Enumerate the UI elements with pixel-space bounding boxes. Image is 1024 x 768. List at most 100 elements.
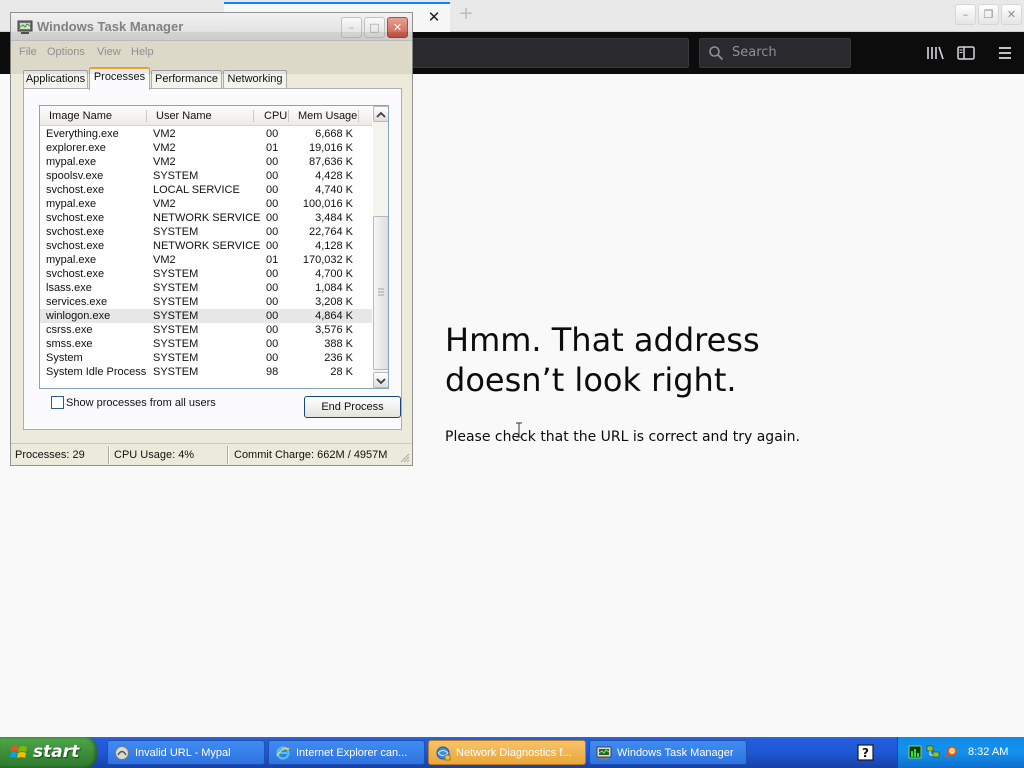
process-name: mypal.exe [46, 156, 97, 168]
table-row[interactable]: winlogon.exe SYSTEM 00 4,864 K [40, 309, 372, 323]
tab-applications[interactable]: Applications [23, 70, 88, 89]
table-row[interactable]: mypal.exe VM2 00 100,016 K [40, 197, 372, 211]
process-cpu: 00 [266, 324, 279, 336]
search-box[interactable]: Search [699, 38, 851, 68]
tab-close-icon[interactable]: ✕ [424, 7, 444, 27]
table-row[interactable]: mypal.exe VM2 01 170,032 K [40, 253, 372, 267]
process-name: System Idle Process [46, 366, 147, 378]
taskbar-item-label: Network Diagnostics f... [456, 747, 572, 759]
taskbar: start Invalid URL - Mypal Internet Explo… [0, 737, 1024, 768]
process-user: VM2 [153, 128, 176, 140]
sidebar-icon[interactable] [955, 42, 977, 64]
show-all-users-checkbox[interactable] [51, 396, 64, 409]
show-all-users-label[interactable]: Show processes from all users [66, 396, 216, 410]
browser-restore-button[interactable]: ❐ [978, 4, 999, 25]
taskbar-item-internet-explorer[interactable]: Internet Explorer can... [268, 740, 425, 765]
table-row[interactable]: csrss.exe SYSTEM 00 3,576 K [40, 323, 372, 337]
process-list-header: Image Name User Name CPU Mem Usage [40, 106, 372, 126]
table-row[interactable]: explorer.exe VM2 01 19,016 K [40, 141, 372, 155]
url-bar[interactable] [408, 38, 689, 68]
network-tray-icon[interactable] [926, 745, 940, 759]
table-row[interactable]: Everything.exe VM2 00 6,668 K [40, 127, 372, 141]
help-icon[interactable]: ? [857, 744, 874, 761]
task-manager-window: Windows Task Manager – □ ✕ File Options … [10, 12, 413, 466]
taskbar-item-mypal[interactable]: Invalid URL - Mypal [107, 740, 265, 765]
table-row[interactable]: svchost.exe SYSTEM 00 22,764 K [40, 225, 372, 239]
process-mem-usage: 4,864 K [315, 310, 353, 322]
process-cpu: 00 [266, 170, 279, 182]
process-user: SYSTEM [153, 352, 199, 364]
process-list[interactable]: Image Name User Name CPU Mem Usage Every… [39, 105, 389, 389]
tab-networking[interactable]: Networking [223, 70, 287, 89]
scroll-thumb[interactable] [373, 216, 388, 370]
table-row[interactable]: svchost.exe SYSTEM 00 4,700 K [40, 267, 372, 281]
start-button[interactable]: start [0, 737, 97, 768]
process-user: SYSTEM [153, 310, 199, 322]
menu-options[interactable]: Options [47, 45, 85, 59]
new-tab-icon[interactable]: + [456, 5, 476, 25]
scroll-down-button[interactable] [373, 372, 388, 388]
process-cpu: 00 [266, 226, 279, 238]
system-tray: 8:32 AM [897, 737, 1024, 768]
library-icon[interactable] [924, 42, 946, 64]
column-divider[interactable] [288, 110, 289, 122]
column-divider[interactable] [253, 110, 254, 122]
table-row[interactable]: svchost.exe LOCAL SERVICE 00 4,740 K [40, 183, 372, 197]
maximize-button[interactable]: □ [364, 17, 385, 38]
menu-icon[interactable] [994, 42, 1016, 64]
error-title-line-1: Hmm. That address [445, 321, 760, 359]
search-tray-icon[interactable] [944, 745, 958, 759]
table-row[interactable]: svchost.exe NETWORK SERVICE 00 4,128 K [40, 239, 372, 253]
process-cpu: 01 [266, 142, 279, 154]
process-list-scrollbar[interactable] [373, 106, 388, 388]
column-user-name[interactable]: User Name [156, 109, 212, 123]
process-cpu: 00 [266, 282, 279, 294]
table-row[interactable]: mypal.exe VM2 00 87,636 K [40, 155, 372, 169]
column-divider[interactable] [146, 110, 147, 122]
process-user: VM2 [153, 142, 176, 154]
taskbar-item-task-manager[interactable]: Windows Task Manager [589, 740, 747, 765]
column-divider[interactable] [358, 110, 359, 122]
table-row[interactable]: smss.exe SYSTEM 00 388 K [40, 337, 372, 351]
process-mem-usage: 4,700 K [315, 268, 353, 280]
end-process-button[interactable]: End Process [304, 396, 401, 418]
scroll-up-button[interactable] [373, 106, 388, 122]
process-mem-usage: 170,032 K [302, 254, 353, 266]
resize-grip-icon[interactable] [398, 451, 410, 463]
table-row[interactable]: services.exe SYSTEM 00 3,208 K [40, 295, 372, 309]
close-button[interactable]: ✕ [387, 17, 408, 38]
browser-minimize-button[interactable]: – [955, 4, 976, 25]
task-manager-tray-icon[interactable] [908, 745, 922, 759]
table-row[interactable]: System SYSTEM 00 236 K [40, 351, 372, 365]
status-processes: Processes: 29 [15, 449, 85, 461]
table-row[interactable]: System Idle Process SYSTEM 98 28 K [40, 365, 372, 379]
taskbar-item-network-diagnostics[interactable]: Network Diagnostics f... [428, 740, 586, 765]
process-cpu: 98 [266, 366, 279, 378]
menu-file[interactable]: File [19, 45, 37, 59]
process-cpu: 00 [266, 268, 279, 280]
process-mem-usage: 4,128 K [315, 240, 353, 252]
process-mem-usage: 388 K [324, 338, 353, 350]
column-image-name[interactable]: Image Name [49, 109, 112, 123]
task-manager-title-bar[interactable]: Windows Task Manager – □ ✕ [11, 13, 412, 41]
menu-bar: File Options View Help [11, 42, 412, 62]
menu-view[interactable]: View [97, 45, 121, 59]
ie-icon [276, 746, 290, 760]
process-name: svchost.exe [46, 226, 105, 238]
table-row[interactable]: spoolsv.exe SYSTEM 00 4,428 K [40, 169, 372, 183]
tab-processes[interactable]: Processes [89, 67, 150, 90]
process-mem-usage: 19,016 K [308, 142, 353, 154]
process-user: VM2 [153, 254, 176, 266]
browser-close-button[interactable]: ✕ [1001, 4, 1022, 25]
windows-logo-icon [10, 746, 27, 758]
table-row[interactable]: svchost.exe NETWORK SERVICE 00 3,484 K [40, 211, 372, 225]
tab-performance[interactable]: Performance [151, 70, 222, 89]
column-mem-usage[interactable]: Mem Usage [298, 109, 357, 123]
column-cpu[interactable]: CPU [264, 109, 287, 123]
menu-help[interactable]: Help [131, 45, 154, 59]
process-mem-usage: 1,084 K [315, 282, 353, 294]
clock[interactable]: 8:32 AM [968, 745, 1008, 759]
table-row[interactable]: lsass.exe SYSTEM 00 1,084 K [40, 281, 372, 295]
status-cpu-usage: CPU Usage: 4% [114, 449, 195, 461]
minimize-button[interactable]: – [341, 17, 362, 38]
